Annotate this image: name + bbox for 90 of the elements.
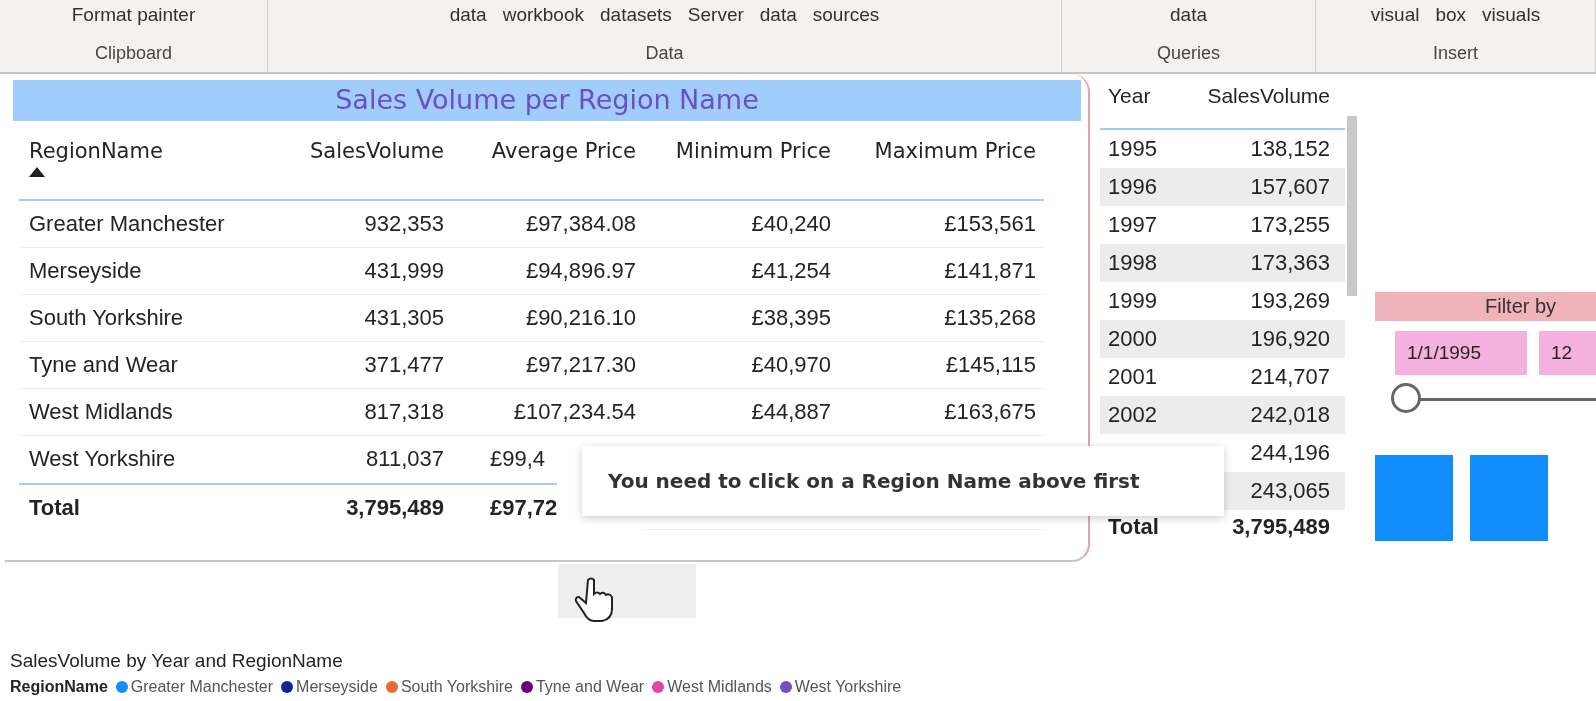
table-cell: £40,240	[644, 201, 839, 248]
table-cell-text: 2002	[1107, 402, 1158, 428]
table-cell: West Midlands	[19, 389, 277, 436]
table-cell: £97,72	[452, 483, 558, 531]
table-cell: 932,353	[277, 201, 452, 248]
table-cell-text: 1996	[1107, 174, 1158, 200]
ribbon-command[interactable]: data	[1170, 4, 1207, 26]
table-cell: £44,887	[644, 389, 839, 436]
table-cell: Greater Manchester	[19, 201, 277, 248]
group-label: Clipboard	[94, 43, 172, 64]
table-cell: 817,318	[277, 389, 452, 436]
table-cell-text: 193,269	[1249, 288, 1330, 314]
table-cell: £163,675	[839, 389, 1044, 436]
ribbon-command[interactable]: box	[1435, 4, 1467, 26]
ribbon-command[interactable]: visual	[1370, 4, 1420, 26]
group-label: Data	[645, 43, 684, 64]
table-cell: South Yorkshire	[19, 295, 277, 342]
table-cell: Total	[19, 483, 277, 531]
slider-thumb[interactable]	[1391, 383, 1421, 413]
table-cell: £107,234.54	[452, 389, 644, 436]
table-cell-text: £99,4	[489, 445, 546, 473]
table-cell: 371,477	[277, 342, 452, 389]
legend-item[interactable]: Tyne and Wear	[520, 678, 645, 696]
column-header[interactable]: RegionName	[29, 139, 277, 163]
table-cell: £94,896.97	[452, 248, 644, 295]
table-cell-text: 1997	[1107, 212, 1158, 238]
table-cell: £90,216.10	[452, 295, 644, 342]
column-header[interactable]: SalesVolume	[310, 139, 444, 163]
column-header[interactable]: Minimum Price	[675, 139, 831, 163]
table-cell-text: 173,255	[1249, 212, 1330, 238]
ribbon-command[interactable]: workbook	[502, 4, 584, 26]
table-cell-text: 244,196	[1249, 440, 1330, 466]
ribbon-command[interactable]: Format painter	[71, 4, 196, 26]
date-field[interactable]: 1/1/1995	[1395, 331, 1527, 375]
table-cell-text: 157,607	[1249, 174, 1330, 200]
table-cell: 431,999	[277, 248, 452, 295]
table-cell: £38,395	[644, 295, 839, 342]
table-cell-text: 243,065	[1249, 478, 1330, 504]
ribbon-command[interactable]: sources	[812, 4, 880, 26]
legend-item[interactable]: Greater Manchester	[115, 678, 274, 696]
table-cell-text: 2001	[1107, 364, 1158, 390]
legend-item[interactable]: West Yorkshire	[779, 678, 902, 696]
table-cell-text: 196,920	[1249, 326, 1330, 352]
scrollbar-thumb[interactable]	[1347, 116, 1357, 296]
table-cell-text: 1995	[1107, 136, 1158, 162]
table-cell: £135,268	[839, 295, 1044, 342]
legend-item[interactable]: Merseyside	[281, 678, 378, 696]
table-cell: £41,254	[644, 248, 839, 295]
table-cell: £97,384.08	[452, 201, 644, 248]
slicer-title: Filter by	[1375, 292, 1596, 321]
ribbon-command[interactable]: visuals	[1482, 4, 1541, 26]
ribbon-command[interactable]: data	[449, 4, 487, 26]
table-cell: £97,217.30	[452, 342, 644, 389]
table-cell-text: 1998	[1107, 250, 1158, 276]
table-cell-text: 214,707	[1249, 364, 1330, 390]
legend-item[interactable]: South Yorkshire	[385, 678, 513, 696]
table-cell: 3,795,489	[277, 483, 452, 531]
chart-title: SalesVolume by Year and RegionName	[10, 650, 343, 672]
ribbon-command[interactable]: data	[759, 4, 797, 26]
group-label: Queries	[1157, 43, 1220, 64]
tooltip: You need to click on a Region Name above first	[582, 446, 1224, 516]
table-cell: £40,970	[644, 342, 839, 389]
ribbon-command[interactable]: Server	[687, 4, 744, 26]
table-cell-text: 2000	[1107, 326, 1158, 352]
table-cell: Merseyside	[19, 248, 277, 295]
group-label: Insert	[1433, 43, 1478, 64]
hand-cursor-icon	[574, 576, 616, 624]
table-cell-text: West Yorkshire	[28, 445, 177, 473]
visual-title: Sales Volume per Region Name	[13, 80, 1081, 121]
table-cell-text: 138,152	[1249, 136, 1330, 162]
table-cell: £141,871	[839, 248, 1044, 295]
table-cell: £145,115	[839, 342, 1044, 389]
legend-title: RegionName	[10, 678, 108, 696]
table-cell: Tyne and Wear	[19, 342, 277, 389]
column-header[interactable]: Average Price	[491, 139, 636, 163]
legend-item[interactable]: West Midlands	[652, 678, 772, 696]
ribbon-command[interactable]: datasets	[600, 4, 672, 26]
table-cell-text: 1999	[1107, 288, 1158, 314]
table-cell-text: Total	[1107, 514, 1160, 540]
sort-arrow-icon	[29, 167, 45, 177]
column-header[interactable]: Maximum Price	[874, 139, 1036, 163]
table-cell: 431,305	[277, 295, 452, 342]
table-cell-text: 173,363	[1249, 250, 1330, 276]
column-header[interactable]: Year	[1100, 84, 1170, 108]
table-cell: £153,561	[839, 201, 1044, 248]
column-header[interactable]: SalesVolume	[1170, 84, 1330, 108]
table-cell-text: 242,018	[1249, 402, 1330, 428]
date-field[interactable]: 12	[1539, 331, 1596, 375]
table-cell-text: 3,795,489	[1231, 514, 1330, 540]
table-cell-text: 811,037	[365, 445, 445, 473]
